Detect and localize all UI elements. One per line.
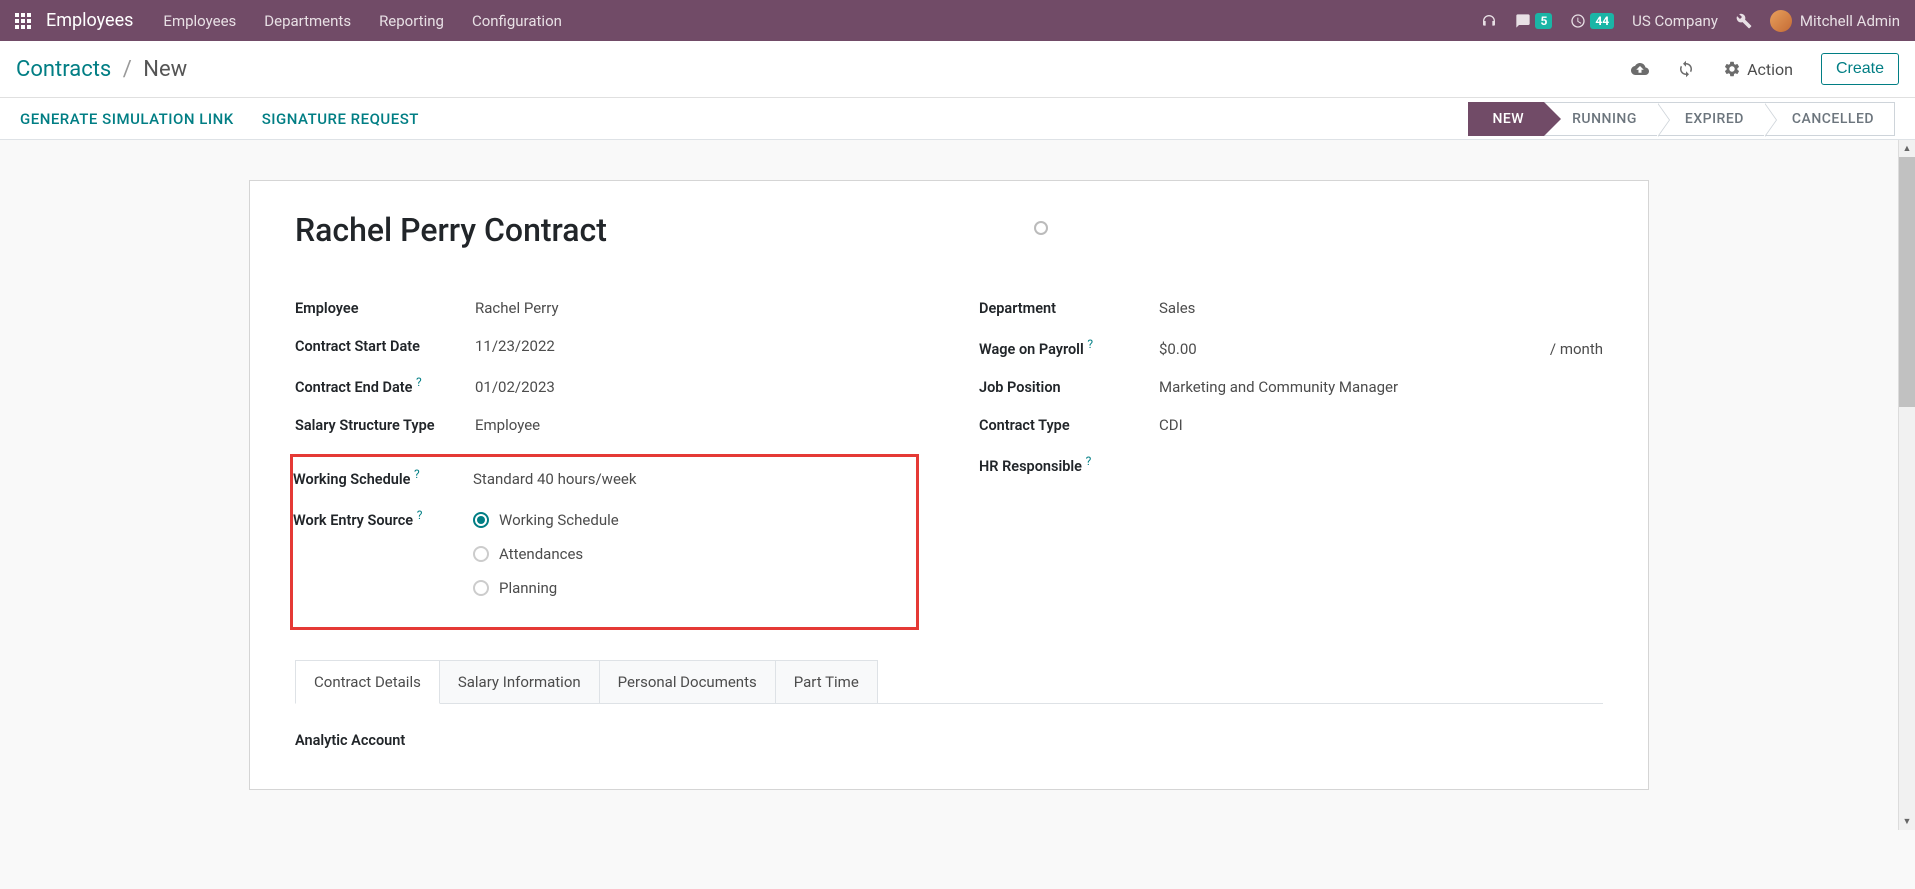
employee-field[interactable]: Rachel Perry [475, 299, 919, 317]
company-selector[interactable]: US Company [1632, 12, 1718, 30]
voip-icon[interactable] [1481, 13, 1497, 29]
analytic-account-label: Analytic Account [295, 732, 1603, 749]
main-scroll: Rachel Perry Contract Employee Rachel Pe… [0, 140, 1898, 830]
help-icon[interactable]: ? [417, 508, 423, 522]
work-entry-label: Work Entry Source ? [293, 508, 473, 529]
menu-departments[interactable]: Departments [264, 12, 351, 30]
statusbar: GENERATE SIMULATION LINK SIGNATURE REQUE… [0, 98, 1915, 140]
working-schedule-label: Working Schedule ? [293, 467, 473, 488]
radio-icon [473, 580, 489, 596]
tab-personal-documents[interactable]: Personal Documents [599, 660, 776, 704]
user-name: Mitchell Admin [1800, 12, 1900, 30]
activity-icon-wrap[interactable]: 44 [1570, 13, 1614, 29]
generate-simulation-link-button[interactable]: GENERATE SIMULATION LINK [20, 110, 234, 128]
menu-employees[interactable]: Employees [163, 12, 236, 30]
department-label: Department [979, 300, 1159, 317]
state-arrows: NEW RUNNING EXPIRED CANCELLED [1468, 98, 1895, 139]
job-position-label: Job Position [979, 379, 1159, 396]
contract-type-field[interactable]: CDI [1159, 416, 1603, 434]
signature-request-button[interactable]: SIGNATURE REQUEST [262, 110, 419, 128]
form-col-left: Employee Rachel Perry Contract Start Dat… [295, 299, 919, 630]
form-col-right: Department Sales Wage on Payroll ? $0.00… [979, 299, 1603, 630]
tab-salary-information[interactable]: Salary Information [439, 660, 600, 704]
state-new[interactable]: NEW [1468, 102, 1544, 136]
controlbar: Contracts / New Action Create [0, 41, 1915, 98]
page-title: Rachel Perry Contract [295, 211, 1034, 249]
menu-configuration[interactable]: Configuration [472, 12, 562, 30]
gear-icon [1723, 60, 1741, 78]
action-button[interactable]: Action [1723, 60, 1793, 79]
scroll-up-icon[interactable]: ▲ [1899, 140, 1915, 157]
radio-attendances[interactable]: Attendances [473, 545, 906, 563]
loading-indicator [1034, 221, 1048, 235]
employee-label: Employee [295, 300, 475, 317]
chat-badge: 5 [1535, 13, 1552, 29]
status-buttons: GENERATE SIMULATION LINK SIGNATURE REQUE… [20, 110, 419, 128]
radio-icon [473, 512, 489, 528]
activity-badge: 44 [1590, 13, 1614, 29]
breadcrumb-link[interactable]: Contracts [16, 57, 111, 82]
help-icon[interactable]: ? [416, 375, 422, 389]
state-cancelled[interactable]: CANCELLED [1764, 102, 1895, 136]
control-actions: Action Create [1631, 53, 1899, 85]
menu-reporting[interactable]: Reporting [379, 12, 444, 30]
form-sheet: Rachel Perry Contract Employee Rachel Pe… [249, 180, 1649, 790]
apps-icon[interactable] [15, 13, 31, 29]
department-field[interactable]: Sales [1159, 299, 1603, 317]
breadcrumb: Contracts / New [16, 57, 187, 82]
scrollbar[interactable]: ▲ ▼ [1898, 140, 1915, 830]
avatar [1770, 10, 1792, 32]
radio-label: Working Schedule [499, 511, 619, 529]
start-date-field[interactable]: 11/23/2022 [475, 337, 919, 355]
radio-label: Planning [499, 579, 557, 597]
end-date-label: Contract End Date ? [295, 375, 475, 396]
app-name[interactable]: Employees [46, 10, 133, 31]
state-expired[interactable]: EXPIRED [1657, 102, 1764, 136]
cloud-upload-icon[interactable] [1631, 60, 1649, 78]
contract-type-label: Contract Type [979, 417, 1159, 434]
user-menu[interactable]: Mitchell Admin [1770, 10, 1900, 32]
tab-content: Analytic Account [295, 704, 1603, 749]
breadcrumb-current: New [143, 57, 187, 82]
end-date-field[interactable]: 01/02/2023 [475, 378, 919, 396]
working-schedule-field[interactable]: Standard 40 hours/week [473, 470, 906, 488]
help-icon[interactable]: ? [1087, 337, 1093, 351]
highlight-box: Working Schedule ? Standard 40 hours/wee… [290, 454, 919, 631]
tools-icon[interactable] [1736, 13, 1752, 29]
content-wrap: Rachel Perry Contract Employee Rachel Pe… [0, 140, 1915, 830]
radio-planning[interactable]: Planning [473, 579, 906, 597]
hr-responsible-label: HR Responsible ? [979, 454, 1159, 475]
topbar: Employees Employees Departments Reportin… [0, 0, 1915, 41]
wage-field[interactable]: $0.00 [1159, 340, 1197, 358]
scroll-thumb[interactable] [1899, 157, 1915, 407]
help-icon[interactable]: ? [414, 467, 420, 481]
tab-part-time[interactable]: Part Time [775, 660, 878, 704]
form-columns: Employee Rachel Perry Contract Start Dat… [295, 299, 1603, 630]
chat-icon [1515, 13, 1531, 29]
tab-contract-details[interactable]: Contract Details [295, 660, 440, 704]
scroll-down-icon[interactable]: ▼ [1899, 813, 1915, 830]
undo-icon[interactable] [1677, 60, 1695, 78]
radio-icon [473, 546, 489, 562]
topbar-right: 5 44 US Company Mitchell Admin [1481, 10, 1900, 32]
radio-label: Attendances [499, 545, 583, 563]
clock-icon [1570, 13, 1586, 29]
breadcrumb-sep: / [123, 57, 132, 82]
topmenu: Employees Departments Reporting Configur… [163, 12, 561, 30]
job-position-field[interactable]: Marketing and Community Manager [1159, 378, 1603, 396]
help-icon[interactable]: ? [1086, 454, 1092, 468]
tabs: Contract Details Salary Information Pers… [295, 660, 1603, 704]
wage-suffix: / month [1550, 340, 1603, 358]
start-date-label: Contract Start Date [295, 338, 475, 355]
radio-working-schedule[interactable]: Working Schedule [473, 511, 906, 529]
wage-label: Wage on Payroll ? [979, 337, 1159, 358]
chat-icon-wrap[interactable]: 5 [1515, 13, 1552, 29]
work-entry-radio-group: Working Schedule Attendances Planning [473, 511, 906, 597]
salary-type-label: Salary Structure Type [295, 417, 475, 434]
create-button[interactable]: Create [1821, 53, 1899, 85]
salary-type-field[interactable]: Employee [475, 416, 919, 434]
action-label: Action [1747, 60, 1793, 79]
